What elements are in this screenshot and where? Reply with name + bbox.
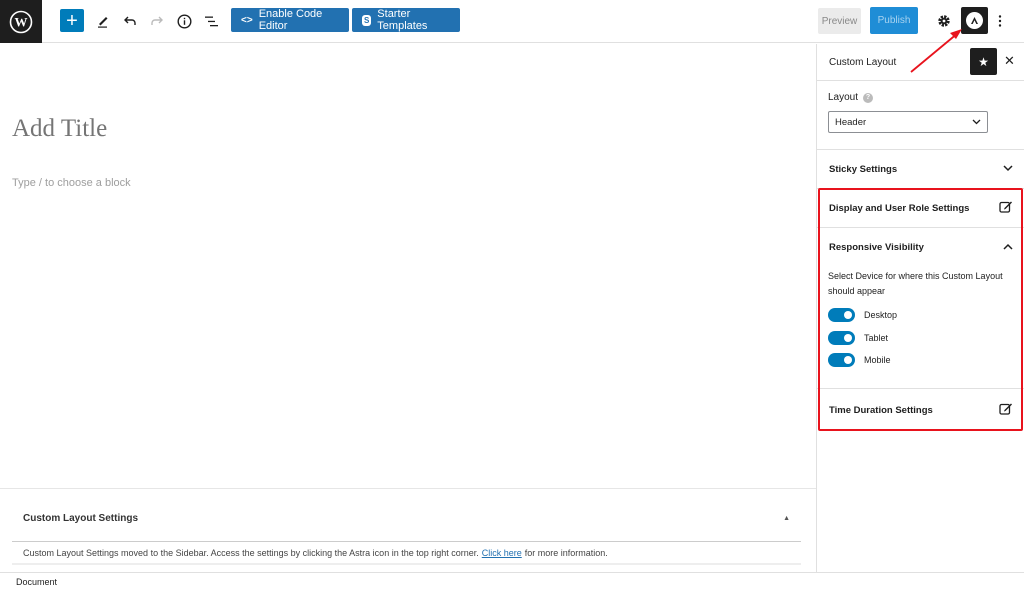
layout-label: Layout	[828, 92, 859, 103]
code-icon: <>	[241, 14, 253, 26]
sidebar-title: Custom Layout	[829, 56, 897, 68]
redo-icon[interactable]	[146, 10, 168, 32]
meta-box-message: Custom Layout Settings moved to the Side…	[12, 542, 801, 565]
enable-code-editor-button[interactable]: <> Enable Code Editor	[231, 8, 349, 32]
close-icon[interactable]: ✕	[1004, 53, 1015, 69]
highlight-annotation-box	[818, 188, 1023, 431]
layout-select[interactable]: Header	[828, 111, 988, 133]
astra-icon	[966, 12, 983, 29]
custom-layout-sidebar: Custom Layout ★ ✕ Layout ? Header Sticky…	[816, 44, 1024, 572]
block-breadcrumb[interactable]: Document	[0, 572, 1024, 589]
star-icon[interactable]: ★	[970, 48, 997, 75]
preview-button[interactable]: Preview	[818, 8, 861, 34]
publish-button[interactable]: Publish	[870, 7, 918, 34]
meta-box-header[interactable]: Custom Layout Settings ▲	[12, 495, 801, 542]
collapse-arrow-icon[interactable]: ▲	[783, 515, 790, 522]
layout-section: Layout ? Header	[817, 81, 1024, 150]
editor-toolbar: W + <> Enable Code Editor S Starter Temp…	[0, 0, 1024, 43]
undo-icon[interactable]	[119, 10, 141, 32]
gear-icon[interactable]	[933, 10, 955, 32]
block-appender[interactable]: Type / to choose a block	[12, 177, 131, 189]
sticky-settings-panel[interactable]: Sticky Settings	[817, 150, 1024, 189]
plus-icon: +	[66, 9, 78, 32]
info-icon[interactable]	[173, 10, 195, 32]
svg-text:W: W	[15, 14, 28, 29]
custom-layout-meta-box: Custom Layout Settings ▲ Custom Layout S…	[0, 488, 816, 572]
starter-templates-icon: S	[362, 14, 372, 26]
astra-settings-button[interactable]	[961, 7, 988, 34]
chevron-down-icon	[1003, 164, 1013, 175]
meta-box-title: Custom Layout Settings	[23, 512, 139, 524]
add-block-button[interactable]: +	[60, 9, 84, 32]
wordpress-logo-icon[interactable]: W	[0, 0, 42, 43]
help-icon[interactable]: ?	[863, 92, 874, 103]
starter-templates-button[interactable]: S Starter Templates	[352, 8, 460, 32]
post-title-input[interactable]: Add Title	[12, 115, 107, 143]
click-here-link[interactable]: Click here	[482, 548, 522, 558]
kebab-menu-icon[interactable]	[990, 10, 1010, 32]
pencil-icon[interactable]	[92, 10, 114, 32]
sidebar-header: Custom Layout ★ ✕	[817, 44, 1024, 81]
list-view-icon[interactable]	[200, 10, 222, 32]
chevron-down-icon	[972, 117, 981, 128]
